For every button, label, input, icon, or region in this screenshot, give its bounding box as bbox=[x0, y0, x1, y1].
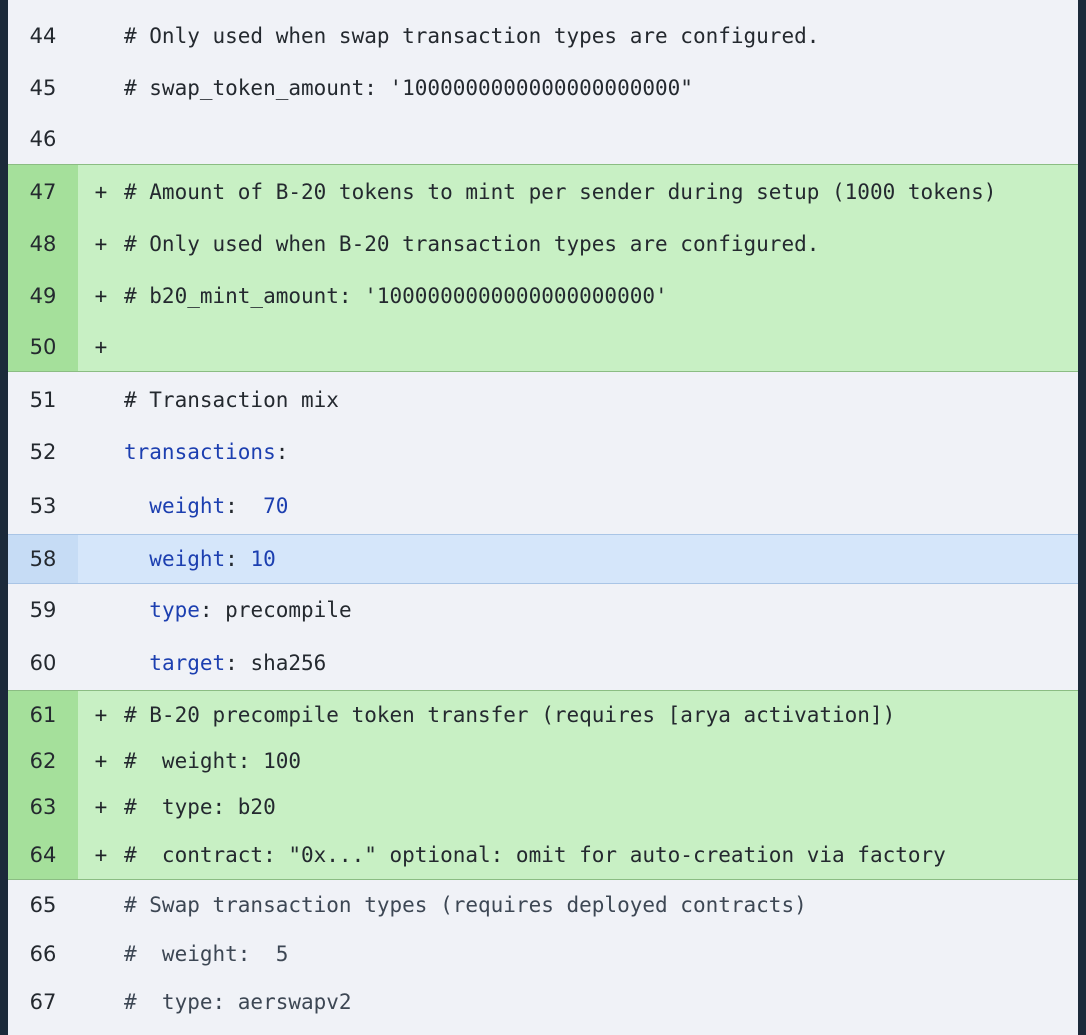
code-comment: # type: b20 bbox=[124, 795, 276, 819]
line-number[interactable]: 65 bbox=[8, 880, 78, 930]
line-number[interactable]: 44 bbox=[8, 10, 78, 62]
yaml-key: type bbox=[149, 598, 200, 622]
line-number[interactable]: 49 bbox=[8, 270, 78, 322]
line-number[interactable]: 46 bbox=[8, 114, 78, 164]
diff-line-60: 60 target: sha256 bbox=[8, 636, 1078, 690]
line-number[interactable]: 53 bbox=[8, 478, 78, 534]
diff-line-59: 59 type: precompile bbox=[8, 584, 1078, 636]
code-comment: # Swap transaction types (requires deplo… bbox=[124, 893, 807, 917]
code-text: type: precompile bbox=[124, 598, 1078, 622]
diff-marker: + bbox=[94, 334, 108, 359]
diff-line-62: 62 + # weight: 100 bbox=[8, 738, 1078, 784]
code-comment: # B-20 precompile token transfer (requir… bbox=[124, 702, 896, 727]
diff-line-50: 50 + bbox=[8, 322, 1078, 372]
diff-marker: + bbox=[94, 232, 108, 256]
diff-line-58: 58 weight: 10 bbox=[8, 534, 1078, 584]
diff-line-48: 48 + # Only used when B-20 transaction typ… bbox=[8, 218, 1078, 270]
diff-marker: + bbox=[94, 284, 108, 308]
diff-line-53: 53 weight: 70 bbox=[8, 478, 1078, 534]
diff-marker: + bbox=[94, 179, 108, 204]
code-text: target: sha256 bbox=[124, 651, 1078, 675]
line-number[interactable]: 59 bbox=[8, 584, 78, 636]
line-number[interactable]: 64 bbox=[8, 830, 78, 879]
code-text: # Transaction mix bbox=[124, 388, 1078, 412]
yaml-separator: : bbox=[225, 651, 251, 675]
line-number[interactable]: 51 bbox=[8, 374, 78, 426]
code-text: # contract: "0x..." optional: omit for a… bbox=[124, 843, 1078, 867]
yaml-separator: : bbox=[225, 494, 264, 518]
code-text: weight: 70 bbox=[124, 494, 1078, 518]
code-comment: # type: aerswapv2 bbox=[124, 990, 352, 1014]
diff-line-63: 63 + # type: b20 bbox=[8, 784, 1078, 830]
line-number[interactable]: 58 bbox=[8, 535, 78, 583]
diff-line-66: 66 # weight: 5 bbox=[8, 930, 1078, 978]
yaml-key: target bbox=[149, 651, 226, 675]
yaml-value: 70 bbox=[263, 494, 289, 518]
line-number[interactable]: 60 bbox=[8, 636, 78, 690]
diff-marker: + bbox=[94, 702, 108, 727]
code-comment: # contract: "0x..." optional: omit for a… bbox=[124, 842, 946, 867]
code-comment: # weight: 5 bbox=[124, 942, 289, 966]
code-text: # type: b20 bbox=[124, 795, 1078, 819]
code-text: # Amount of B-20 tokens to mint per send… bbox=[124, 180, 1078, 204]
line-number[interactable]: 50 bbox=[8, 322, 78, 371]
yaml-value: precompile bbox=[225, 598, 352, 622]
diff-marker: + bbox=[94, 795, 108, 819]
line-number[interactable]: 62 bbox=[8, 738, 78, 784]
diff-line-47: 47 + # Amount of B-20 tokens to mint per s… bbox=[8, 164, 1078, 218]
yaml-separator: : bbox=[225, 547, 251, 571]
yaml-key: weight bbox=[149, 494, 226, 518]
code-text: # Swap transaction types (requires deplo… bbox=[124, 893, 1078, 917]
yaml-key: weight bbox=[149, 547, 226, 571]
yaml-value: sha256 bbox=[250, 651, 327, 675]
diff-line-44: 44 # Only used when swap transaction type… bbox=[8, 10, 1078, 62]
diff-line-45: 45 # swap_token_amount: '1000000000000000… bbox=[8, 62, 1078, 114]
code-comment: # weight: 100 bbox=[124, 749, 302, 773]
code-text: # type: aerswapv2 bbox=[124, 990, 1078, 1014]
diff-line-64: 64 + # contract: "0x..." optional: omit fo… bbox=[8, 830, 1078, 880]
code-text: # weight: 100 bbox=[124, 749, 1078, 773]
line-number[interactable]: 48 bbox=[8, 218, 78, 270]
code-comment: # b20_mint_amount: '10000000000000000000… bbox=[124, 284, 668, 308]
code-text: # B-20 precompile token transfer (requir… bbox=[124, 703, 1078, 727]
code-comment: # Only used when B-20 transaction types … bbox=[124, 232, 820, 256]
code-text: transactions: bbox=[124, 440, 1078, 464]
yaml-separator: : bbox=[275, 440, 289, 464]
diff-line-65: 65 # Swap transaction types (requires dep… bbox=[8, 880, 1078, 930]
yaml-value: 10 bbox=[250, 547, 276, 571]
diff-line-67: 67 # type: aerswapv2 bbox=[8, 978, 1078, 1026]
diff-line-52: 52 transactions: bbox=[8, 426, 1078, 478]
line-number[interactable]: 61 bbox=[8, 691, 78, 738]
diff-line-46: 46 bbox=[8, 114, 1078, 164]
diff-line-49: 49 + # b20_mint_amount: '10000000000000000… bbox=[8, 270, 1078, 322]
code-comment: # Transaction mix bbox=[124, 388, 339, 412]
yaml-separator: : bbox=[199, 598, 226, 622]
code-text: # weight: 5 bbox=[124, 942, 1078, 966]
code-text: # Only used when swap transaction types … bbox=[124, 24, 1078, 48]
code-text: weight: 10 bbox=[124, 547, 1078, 571]
diff-view: 44 # Only used when swap transaction type… bbox=[8, 0, 1078, 1035]
code-comment: # Amount of B-20 tokens to mint per send… bbox=[124, 179, 997, 204]
code-comment: # swap_token_amount: '100000000000000000… bbox=[124, 76, 693, 100]
line-number[interactable]: 67 bbox=[8, 978, 78, 1026]
line-number[interactable]: 52 bbox=[8, 426, 78, 478]
diff-line-51: 51 # Transaction mix bbox=[8, 374, 1078, 426]
diff-marker: + bbox=[94, 749, 108, 773]
line-number[interactable]: 66 bbox=[8, 930, 78, 978]
line-number[interactable]: 47 bbox=[8, 165, 78, 218]
code-text: # swap_token_amount: '100000000000000000… bbox=[124, 76, 1078, 100]
line-number[interactable]: 63 bbox=[8, 784, 78, 830]
diff-marker: + bbox=[94, 842, 108, 867]
line-number[interactable]: 45 bbox=[8, 62, 78, 114]
yaml-key: transactions bbox=[124, 440, 276, 464]
diff-line-61: 61 + # B-20 precompile token transfer (req… bbox=[8, 690, 1078, 738]
code-text: # b20_mint_amount: '10000000000000000000… bbox=[124, 284, 1078, 308]
code-text: # Only used when B-20 transaction types … bbox=[124, 232, 1078, 256]
code-comment: # Only used when swap transaction types … bbox=[124, 24, 820, 48]
